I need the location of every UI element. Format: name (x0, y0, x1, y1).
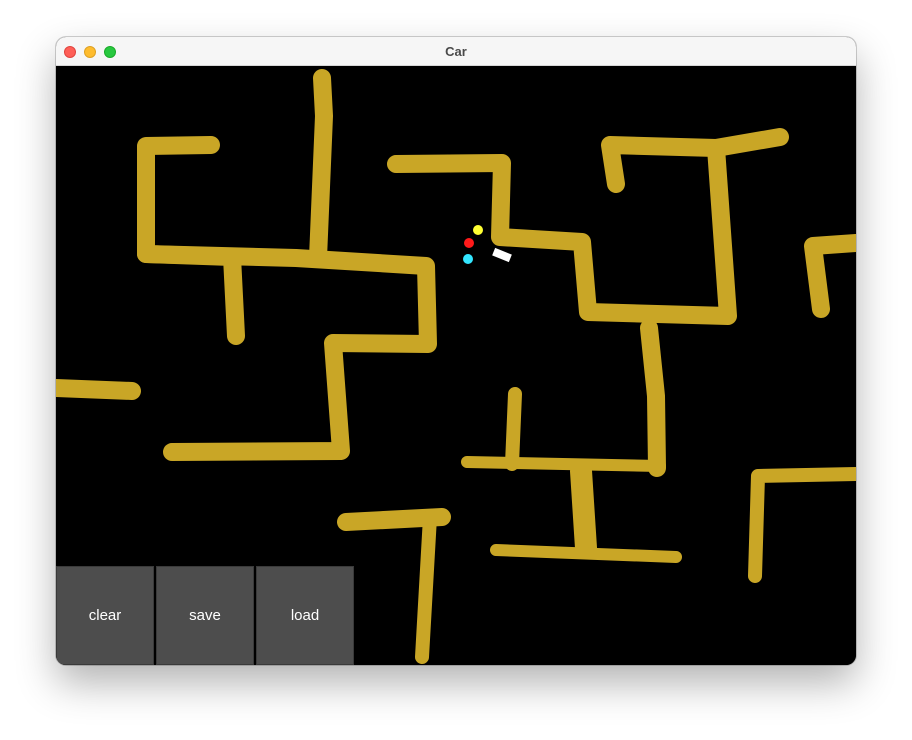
window-title: Car (445, 44, 467, 59)
wall-stroke (309, 69, 333, 267)
title-bar[interactable]: Car (56, 37, 856, 66)
wall-stroke (505, 387, 522, 471)
wall-stroke (601, 136, 725, 193)
load-button[interactable]: load (256, 566, 354, 665)
wall-stroke (387, 128, 789, 325)
wall-stroke (56, 379, 141, 400)
wall-stroke (137, 136, 245, 345)
wall-stroke (490, 544, 682, 563)
app-window: Car clear save load (56, 37, 856, 665)
wall-stroke (640, 319, 666, 477)
sensor-rear-dot (463, 254, 473, 264)
drawing-canvas[interactable]: clear save load (56, 66, 856, 665)
wall-stroke (570, 460, 597, 559)
clear-button[interactable]: clear (56, 566, 154, 665)
wall-stroke (804, 234, 856, 318)
save-button[interactable]: save (156, 566, 254, 665)
wall-stroke (461, 456, 666, 472)
wall-stroke (748, 467, 856, 583)
sensor-middle-dot (464, 238, 474, 248)
car[interactable] (492, 247, 512, 263)
wall-stroke (415, 510, 437, 664)
wall-stroke (137, 245, 437, 461)
sensor-front-dot (473, 225, 483, 235)
